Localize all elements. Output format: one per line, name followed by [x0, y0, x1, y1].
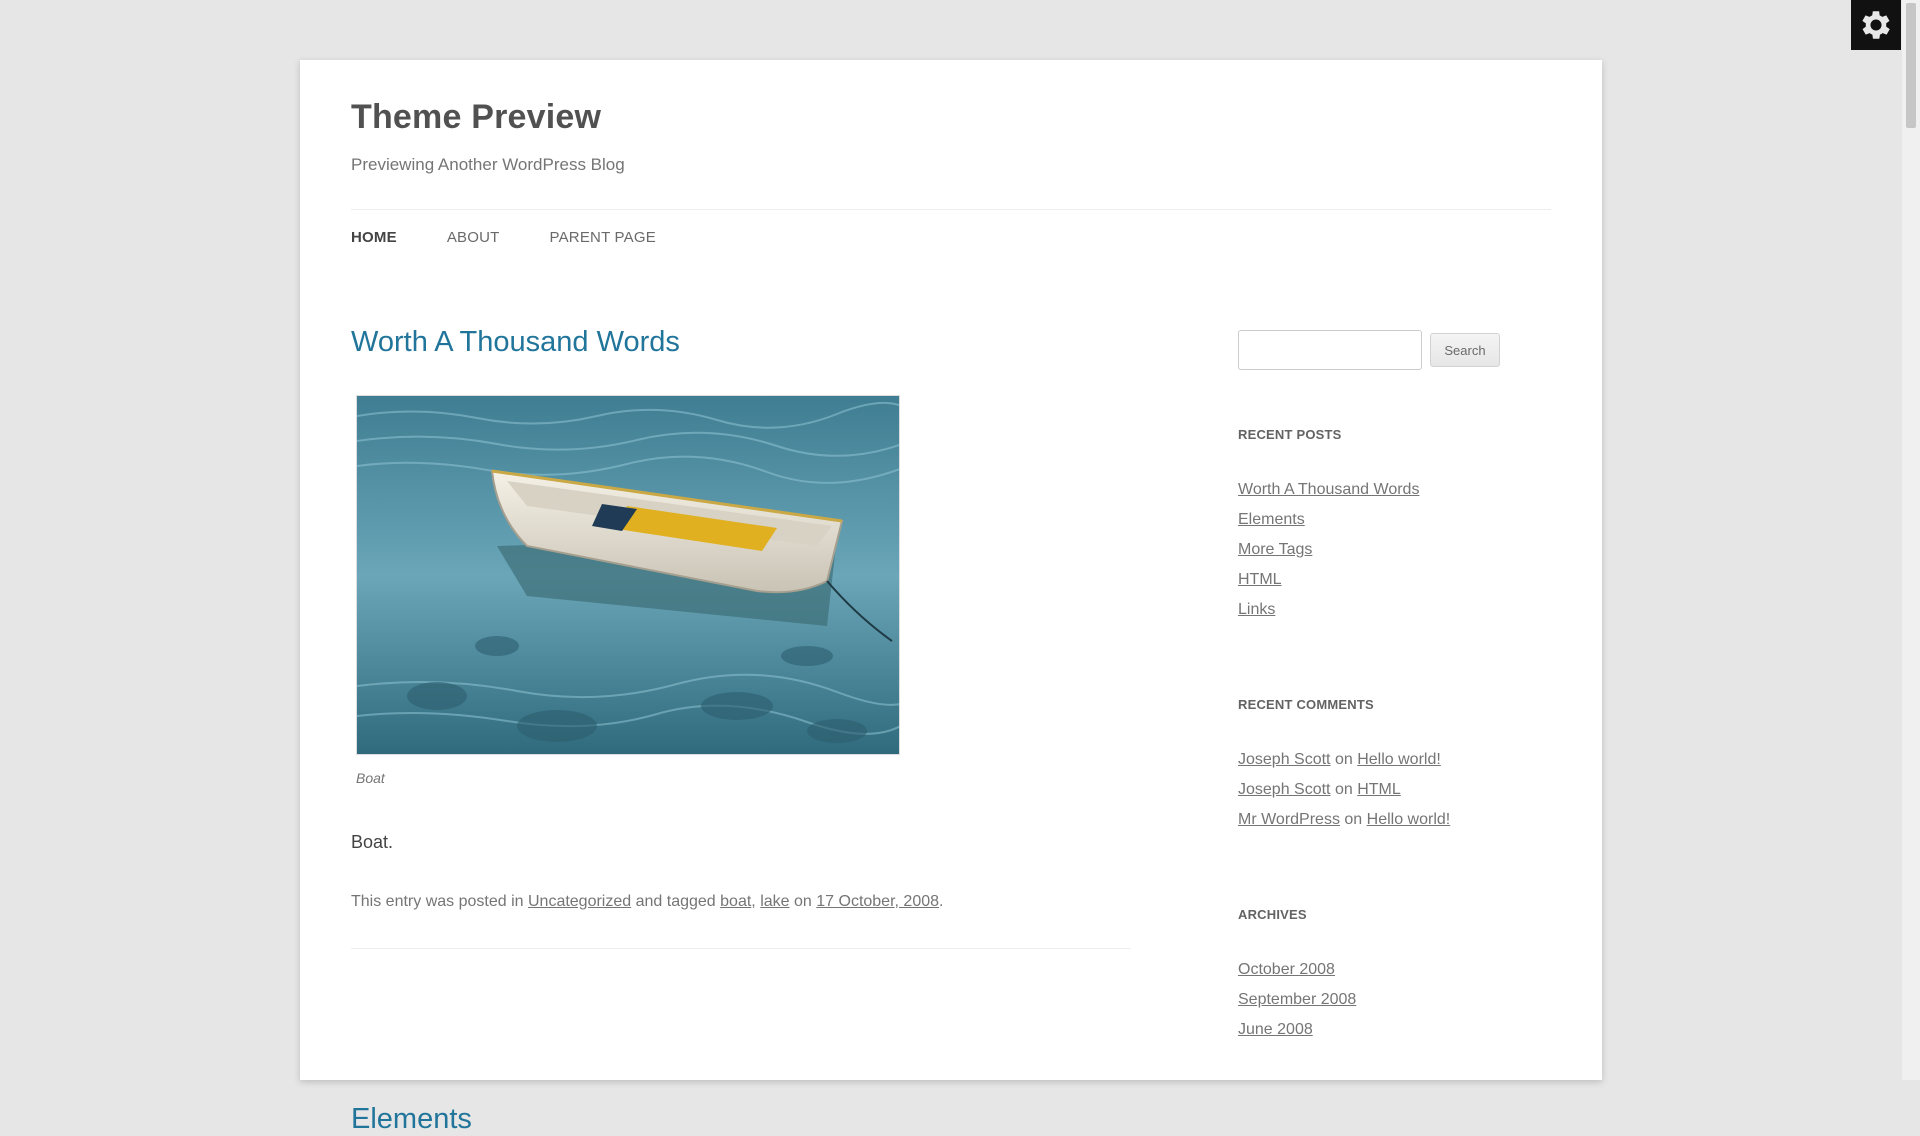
archive-link[interactable]: October 2008: [1238, 961, 1335, 978]
page-container: Theme Preview Previewing Another WordPre…: [300, 60, 1602, 1135]
nav-item-home[interactable]: Home: [351, 228, 397, 248]
nav-item-parent-page[interactable]: Parent Page: [550, 228, 656, 248]
recent-post-link[interactable]: Elements: [1238, 511, 1305, 528]
recent-post-link[interactable]: More Tags: [1238, 541, 1312, 558]
post-title-link[interactable]: Worth A Thousand Words: [351, 326, 680, 359]
gear-icon: [1862, 11, 1890, 39]
recent-post-link[interactable]: Links: [1238, 601, 1275, 618]
meta-prefix: This entry was posted in: [351, 893, 524, 910]
post-content: Boat.: [351, 832, 394, 852]
list-item: HTML: [1238, 565, 1419, 595]
meta-tagged-text: and tagged: [635, 893, 716, 910]
list-item: Worth A Thousand Words: [1238, 475, 1419, 505]
boat-image: [357, 396, 899, 754]
recent-posts-list: Worth A Thousand Words Elements More Tag…: [1238, 475, 1419, 625]
scrollbar-thumb[interactable]: [1906, 3, 1916, 128]
list-item: October 2008: [1238, 955, 1356, 985]
category-link[interactable]: Uncategorized: [528, 893, 631, 910]
next-post-title-link[interactable]: Elements: [351, 1103, 472, 1136]
archive-link[interactable]: June 2008: [1238, 1021, 1313, 1038]
site-description: Previewing Another WordPress Blog: [351, 155, 625, 174]
list-item: Joseph Scott on HTML: [1238, 775, 1450, 805]
recent-post-link[interactable]: HTML: [1238, 571, 1282, 588]
tag-link-boat[interactable]: boat: [720, 893, 751, 910]
comment-on-text: on: [1334, 751, 1353, 768]
list-item: September 2008: [1238, 985, 1356, 1015]
post-date-link[interactable]: 17 October, 2008: [816, 893, 939, 910]
meta-on-text: on: [794, 893, 812, 910]
comment-post-link[interactable]: HTML: [1357, 781, 1401, 798]
header-divider: [351, 209, 1551, 210]
comment-author-link[interactable]: Joseph Scott: [1238, 751, 1331, 768]
recent-comments-heading: Recent Comments: [1238, 697, 1374, 712]
list-item: Mr WordPress on Hello world!: [1238, 805, 1450, 835]
nav-item-about[interactable]: About: [447, 228, 500, 248]
main-navigation: Home About Parent Page: [351, 228, 706, 248]
post-meta: This entry was posted in Uncategorized a…: [351, 893, 944, 910]
comment-author-link[interactable]: Mr WordPress: [1238, 811, 1340, 828]
list-item: More Tags: [1238, 535, 1419, 565]
tag-link-lake[interactable]: lake: [760, 893, 789, 910]
list-item: Links: [1238, 595, 1419, 625]
list-item: Joseph Scott on Hello world!: [1238, 745, 1450, 775]
archives-list: October 2008 September 2008 June 2008: [1238, 955, 1356, 1045]
meta-suffix: .: [939, 893, 944, 910]
search-button[interactable]: Search: [1430, 333, 1500, 367]
recent-comments-list: Joseph Scott on Hello world! Joseph Scot…: [1238, 745, 1450, 835]
comment-post-link[interactable]: Hello world!: [1367, 811, 1451, 828]
recent-posts-heading: Recent Posts: [1238, 427, 1342, 442]
archives-heading: Archives: [1238, 907, 1307, 922]
archive-link[interactable]: September 2008: [1238, 991, 1356, 1008]
search-input[interactable]: [1238, 330, 1422, 370]
comment-author-link[interactable]: Joseph Scott: [1238, 781, 1331, 798]
list-item: June 2008: [1238, 1015, 1356, 1045]
list-item: Elements: [1238, 505, 1419, 535]
comment-on-text: on: [1334, 781, 1353, 798]
image-caption: Boat: [356, 770, 385, 786]
settings-button[interactable]: [1851, 0, 1901, 50]
recent-post-link[interactable]: Worth A Thousand Words: [1238, 481, 1419, 498]
page-scrollbar[interactable]: [1902, 0, 1920, 1080]
post-image-boat[interactable]: [356, 395, 900, 755]
comment-post-link[interactable]: Hello world!: [1357, 751, 1441, 768]
post-divider: [351, 948, 1131, 949]
comment-on-text: on: [1344, 811, 1363, 828]
site-title[interactable]: Theme Preview: [351, 98, 601, 137]
